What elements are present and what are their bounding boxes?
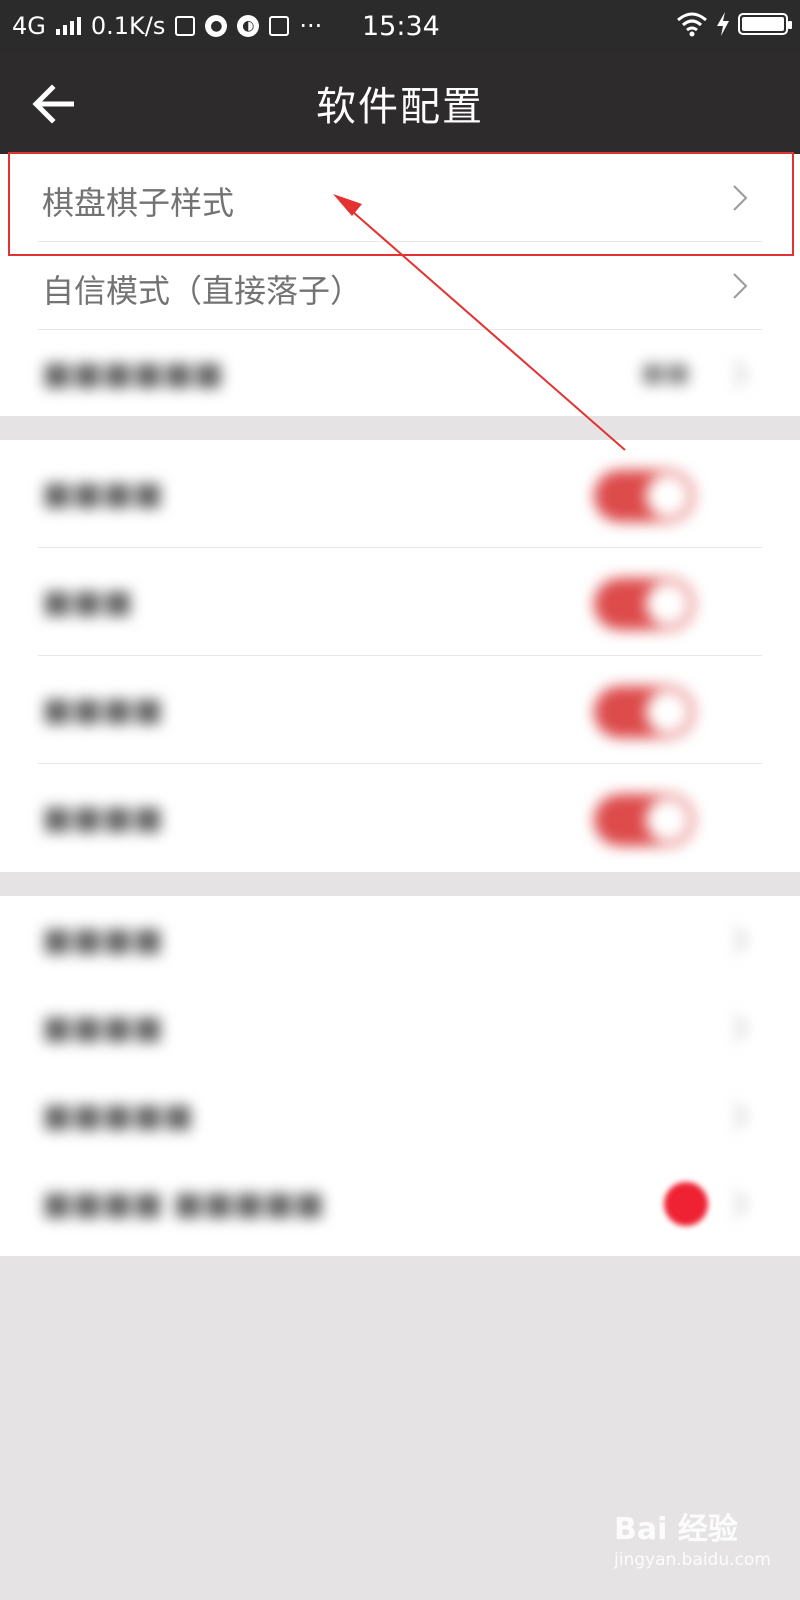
notification-badge [664, 1182, 708, 1226]
status-right [676, 11, 792, 37]
blurred-label: ■■■ [42, 582, 133, 620]
settings-group-other: ■■■■ ■■■■ ■■■■■ ■■■■ ■■■■■ [0, 896, 800, 1256]
row-blurred-setting[interactable]: ■■■■■■ ■■ [0, 330, 800, 418]
blurred-label: ■■■■ [42, 920, 163, 958]
toggle-row: ■■■ [0, 548, 800, 656]
list-item[interactable]: ■■■■■ [0, 1072, 800, 1160]
blurred-label: ■■■■ [42, 474, 163, 512]
signal-icon [55, 17, 81, 35]
blurred-label: ■■■■ [42, 1008, 163, 1046]
chevron-right-icon [733, 185, 748, 211]
top-bar: 软件配置 [0, 52, 800, 154]
row-confident-mode-label: 自信模式（直接落子） [42, 272, 363, 310]
blurred-label: ■■■■■ [42, 1096, 194, 1134]
app-notification-icon [175, 16, 196, 36]
clock: 15:34 [362, 11, 440, 42]
blurred-label: ■■■■ [42, 690, 163, 728]
blurred-label: ■■■■■■ [42, 354, 224, 392]
status-bar: 4G 0.1K/s ● ◐ ··· 15:34 [0, 0, 800, 52]
list-item[interactable]: ■■■■ [0, 984, 800, 1072]
blurred-label: ■■■■ ■■■■■ [42, 1184, 325, 1222]
battery-icon [738, 13, 792, 35]
more-notifications-icon: ··· [299, 12, 323, 40]
mail-icon [269, 16, 290, 36]
row-board-style[interactable]: 棋盘棋子样式 [0, 154, 800, 242]
toggle-switch[interactable] [594, 794, 694, 846]
wechat-icon: ● [205, 15, 228, 37]
toggle-row: ■■■■ [0, 764, 800, 872]
status-left: 4G 0.1K/s ● ◐ ··· [12, 12, 322, 40]
toggle-switch[interactable] [594, 578, 694, 630]
toggle-row: ■■■■ [0, 440, 800, 548]
toggle-row: ■■■■ [0, 656, 800, 764]
browser-icon: ◐ [237, 15, 260, 37]
page-title: 软件配置 [316, 84, 484, 130]
chevron-right-icon [733, 1103, 748, 1129]
chevron-right-icon [733, 1191, 748, 1217]
blurred-value: ■■ [640, 358, 690, 388]
network-type: 4G [12, 12, 46, 40]
watermark: Bai 经验 jingyan.baidu.com [614, 1504, 771, 1570]
wifi-icon [677, 12, 707, 37]
chevron-right-icon [733, 927, 748, 953]
chevron-right-icon [733, 1015, 748, 1041]
toggle-switch[interactable] [594, 470, 694, 522]
settings-group-general: 棋盘棋子样式 自信模式（直接落子） ■■■■■■ ■■ [0, 154, 800, 416]
charging-icon [717, 12, 729, 36]
list-item[interactable]: ■■■■ [0, 896, 800, 984]
toggle-switch[interactable] [594, 686, 694, 738]
network-speed: 0.1K/s [90, 12, 166, 40]
chevron-right-icon [733, 361, 748, 387]
watermark-url: jingyan.baidu.com [614, 1550, 771, 1570]
list-item[interactable]: ■■■■ ■■■■■ [0, 1160, 800, 1248]
watermark-brand: Bai 经验 [614, 1512, 738, 1547]
row-confident-mode[interactable]: 自信模式（直接落子） [0, 242, 800, 330]
settings-group-toggles: ■■■■ ■■■ ■■■■ ■■■■ [0, 440, 800, 872]
chevron-right-icon [733, 273, 748, 299]
blurred-label: ■■■■ [42, 798, 163, 836]
row-board-style-label: 棋盘棋子样式 [42, 184, 235, 222]
